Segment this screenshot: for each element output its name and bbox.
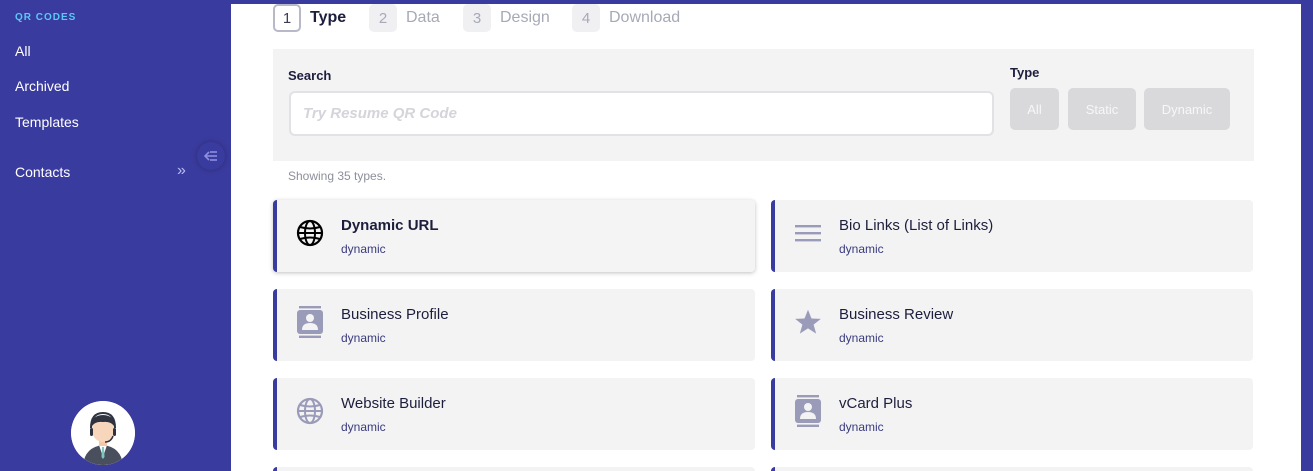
qr-type-card-business-profile[interactable]: Business Profile dynamic [273, 289, 755, 361]
user-avatar-icon [71, 401, 135, 465]
card-subtitle: dynamic [341, 420, 386, 434]
type-filter-static-button[interactable]: Static [1068, 88, 1136, 130]
step-label: Type [310, 9, 347, 26]
card-title: Business Profile [341, 306, 449, 323]
qr-type-card-vcard-plus[interactable]: vCard Plus dynamic [771, 378, 1253, 450]
qr-type-card-partial[interactable] [273, 467, 755, 471]
contact-card-icon [295, 306, 325, 338]
step-design[interactable]: 3 Design [463, 4, 550, 32]
step-number: 3 [463, 4, 491, 32]
search-label: Search [288, 68, 332, 83]
sidebar-item-templates[interactable]: Templates [15, 114, 79, 130]
type-filter-all-button[interactable]: All [1010, 88, 1059, 130]
card-title: Website Builder [341, 395, 446, 412]
right-edge-strip [1301, 0, 1313, 471]
card-title: Bio Links (List of Links) [839, 217, 994, 234]
qr-type-card-business-review[interactable]: Business Review dynamic [771, 289, 1253, 361]
step-number: 1 [273, 4, 301, 32]
step-type[interactable]: 1 Type [273, 4, 346, 32]
filter-panel: Search Type All Static Dynamic [273, 49, 1254, 161]
globe-icon [295, 396, 325, 426]
step-number: 4 [572, 4, 600, 32]
qr-type-card-website-builder[interactable]: Website Builder dynamic [273, 378, 755, 450]
card-title: Business Review [839, 306, 954, 323]
step-data[interactable]: 2 Data [369, 4, 440, 32]
step-download[interactable]: 4 Download [572, 4, 680, 32]
collapse-arrow-icon [204, 151, 217, 161]
card-subtitle: dynamic [341, 331, 386, 345]
search-input[interactable] [289, 91, 994, 136]
type-filter-dynamic-button[interactable]: Dynamic [1144, 88, 1230, 130]
collapse-sidebar-button[interactable] [197, 142, 225, 170]
card-subtitle: dynamic [341, 242, 386, 256]
results-count: Showing 35 types. [288, 169, 387, 183]
contact-card-icon [793, 395, 823, 427]
sidebar: QR CODES All Archived Templates Contacts… [0, 0, 231, 471]
main-content: 1 Type 2 Data 3 Design 4 Download Search… [231, 4, 1301, 471]
qr-type-card-bio-links[interactable]: Bio Links (List of Links) dynamic [771, 200, 1253, 272]
step-label: Download [609, 9, 681, 26]
qr-type-card-partial[interactable] [771, 467, 1253, 471]
card-title: Dynamic URL [341, 217, 439, 234]
card-subtitle: dynamic [839, 420, 884, 434]
step-number: 2 [369, 4, 397, 32]
step-label: Data [406, 9, 440, 26]
sidebar-item-all[interactable]: All [15, 43, 31, 59]
qr-type-card-dynamic-url[interactable]: Dynamic URL dynamic [273, 200, 755, 272]
step-label: Design [500, 9, 550, 26]
avatar[interactable] [71, 401, 135, 465]
sidebar-item-archived[interactable]: Archived [15, 78, 69, 94]
globe-icon [295, 218, 325, 248]
expand-chevron-icon[interactable]: » [177, 162, 186, 180]
card-title: vCard Plus [839, 395, 913, 412]
list-icon [793, 218, 823, 248]
sidebar-item-contacts[interactable]: Contacts [15, 164, 70, 180]
card-subtitle: dynamic [839, 331, 884, 345]
card-subtitle: dynamic [839, 242, 884, 256]
type-filter-label: Type [1010, 65, 1040, 80]
star-icon [793, 307, 823, 337]
sidebar-section-label: QR CODES [15, 12, 77, 23]
